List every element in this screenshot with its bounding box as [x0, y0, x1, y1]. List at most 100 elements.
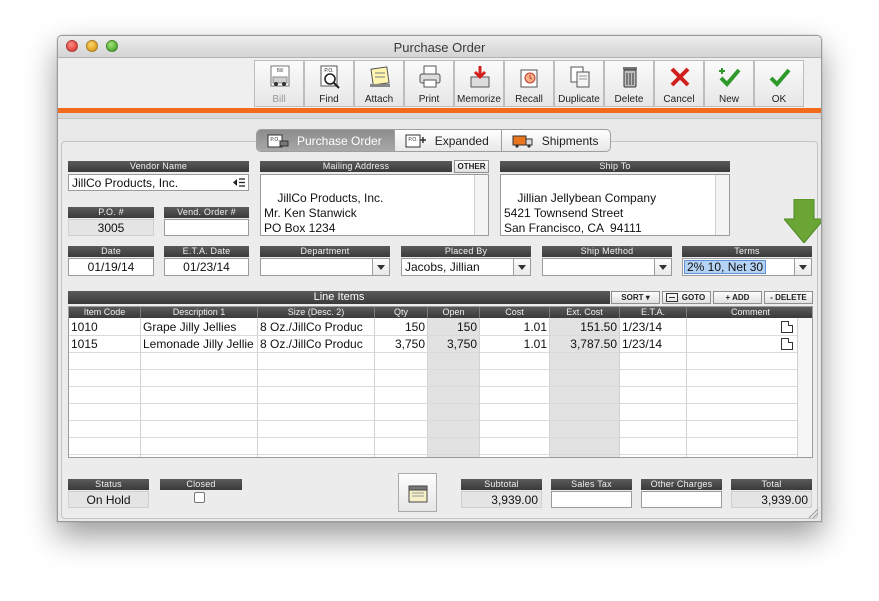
table-header: Item Code Description 1 Size (Desc. 2) Q… [69, 307, 812, 318]
notepad-icon [408, 485, 428, 503]
total-field: 3,939.00 [731, 491, 812, 508]
chevron-down-icon[interactable] [372, 259, 389, 275]
col-eta[interactable]: E.T.A. [620, 307, 687, 318]
purchase-order-window: Purchase Order Bill Bill P.O. Find Attac… [57, 35, 822, 522]
attach-icon [370, 66, 390, 87]
vendor-name-field[interactable]: JillCo Products, Inc. [68, 174, 249, 191]
date-label: Date [68, 246, 154, 257]
find-button[interactable]: P.O. Find [304, 60, 354, 107]
svg-text:P.O.: P.O. [270, 137, 279, 143]
vendor-name-label: Vendor Name [68, 161, 249, 172]
delete-line-button[interactable]: - DELETE [764, 291, 813, 304]
bill-button[interactable]: Bill Bill [254, 60, 304, 107]
vendor-lookup-icon[interactable] [232, 177, 246, 188]
trash-icon [623, 67, 637, 88]
other-charges-label: Other Charges [641, 479, 722, 490]
po-number-field: 3005 [68, 219, 154, 236]
mailing-address-scrollbar[interactable] [474, 175, 488, 235]
recall-button[interactable]: Recall [504, 60, 554, 107]
comment-icon[interactable] [781, 321, 793, 333]
red-x-icon [670, 67, 690, 87]
eta-date-field[interactable]: 01/23/14 [164, 258, 249, 276]
department-dropdown[interactable] [260, 258, 390, 276]
bill-icon: Bill [270, 65, 290, 87]
eta-date-label: E.T.A. Date [164, 246, 249, 257]
col-ext-cost[interactable]: Ext. Cost [550, 307, 620, 318]
ship-method-label: Ship Method [542, 246, 672, 257]
chevron-down-icon[interactable] [794, 259, 811, 275]
status-label: Status [68, 479, 149, 490]
mailing-address-field[interactable]: JillCo Products, Inc. Mr. Ken Stanwick P… [260, 174, 489, 236]
subtotal-field: 3,939.00 [461, 491, 542, 508]
col-qty[interactable]: Qty [375, 307, 428, 318]
goto-button[interactable]: GOTO [662, 291, 711, 304]
status-field: On Hold [68, 491, 149, 508]
ship-to-field[interactable]: Jillian Jellybean Company 5421 Townsend … [500, 174, 730, 236]
other-address-button[interactable]: OTHER [454, 160, 489, 173]
svg-text:P.O.: P.O. [408, 137, 417, 143]
attach-button[interactable]: Attach [354, 60, 404, 107]
ok-button[interactable]: OK [754, 60, 804, 107]
find-icon: P.O. [320, 65, 340, 89]
duplicate-button[interactable]: Duplicate [554, 60, 604, 107]
other-charges-field[interactable] [641, 491, 722, 508]
svg-text:Bill: Bill [277, 68, 284, 74]
col-cost[interactable]: Cost [480, 307, 550, 318]
total-label: Total [731, 479, 812, 490]
terms-dropdown[interactable]: 2% 10, Net 30 [682, 258, 812, 276]
notes-button[interactable] [398, 473, 437, 512]
truck-icon [512, 135, 533, 148]
vend-order-label: Vend. Order # [164, 207, 249, 218]
po-tab-icon: P.O. [267, 134, 289, 147]
po-number-label: P.O. # [68, 207, 154, 218]
closed-checkbox[interactable] [194, 492, 205, 503]
date-field[interactable]: 01/19/14 [68, 258, 154, 276]
placed-by-label: Placed By [401, 246, 531, 257]
goto-icon [666, 293, 678, 302]
title-bar: Purchase Order [58, 36, 821, 58]
tab-purchase-order[interactable]: P.O. Purchase Order [257, 130, 395, 151]
ship-to-scrollbar[interactable] [715, 175, 729, 235]
col-open[interactable]: Open [428, 307, 480, 318]
sales-tax-field[interactable] [551, 491, 632, 508]
sort-button[interactable]: SORT ▾ [611, 291, 660, 304]
department-label: Department [260, 246, 390, 257]
window-title: Purchase Order [393, 40, 486, 55]
col-item-code[interactable]: Item Code [69, 307, 141, 318]
ship-method-dropdown[interactable] [542, 258, 672, 276]
col-comment[interactable]: Comment [687, 307, 812, 318]
green-down-arrow-icon[interactable] [784, 199, 822, 243]
resize-grip-icon[interactable] [807, 507, 819, 519]
delete-button[interactable]: Delete [604, 60, 654, 107]
printer-icon [419, 65, 441, 88]
placed-by-dropdown[interactable]: Jacobs, Jillian [401, 258, 531, 276]
sales-tax-label: Sales Tax [551, 479, 632, 490]
line-items-title: Line Items [68, 291, 610, 304]
tab-expanded[interactable]: P.O. Expanded [395, 130, 502, 151]
new-check-icon [719, 68, 741, 87]
closed-label: Closed [160, 479, 242, 490]
print-button[interactable]: Print [404, 60, 454, 107]
subtotal-label: Subtotal [461, 479, 542, 490]
ship-to-label: Ship To [500, 161, 730, 172]
recall-icon [520, 69, 538, 88]
view-tabs: P.O. Purchase Order P.O. Expanded Shipme… [256, 129, 612, 152]
tab-shipments[interactable]: Shipments [502, 130, 611, 151]
chevron-down-icon[interactable] [654, 259, 671, 275]
col-size[interactable]: Size (Desc. 2) [258, 307, 375, 318]
comment-icon[interactable] [781, 338, 793, 350]
line-items-scrollbar[interactable] [797, 318, 812, 457]
memorize-icon [470, 66, 490, 88]
chevron-down-icon[interactable] [513, 259, 530, 275]
duplicate-icon [570, 66, 590, 88]
svg-text:P.O.: P.O. [324, 68, 333, 74]
col-description[interactable]: Description 1 [141, 307, 258, 318]
vend-order-field[interactable] [164, 219, 249, 236]
mailing-address-label: Mailing Address [260, 161, 452, 172]
toolbar: Bill Bill P.O. Find Attach Print Memoriz… [58, 58, 821, 108]
terms-label: Terms [682, 246, 812, 257]
new-button[interactable]: New [704, 60, 754, 107]
memorize-button[interactable]: Memorize [454, 60, 504, 107]
add-line-button[interactable]: + ADD [713, 291, 762, 304]
cancel-button[interactable]: Cancel [654, 60, 704, 107]
